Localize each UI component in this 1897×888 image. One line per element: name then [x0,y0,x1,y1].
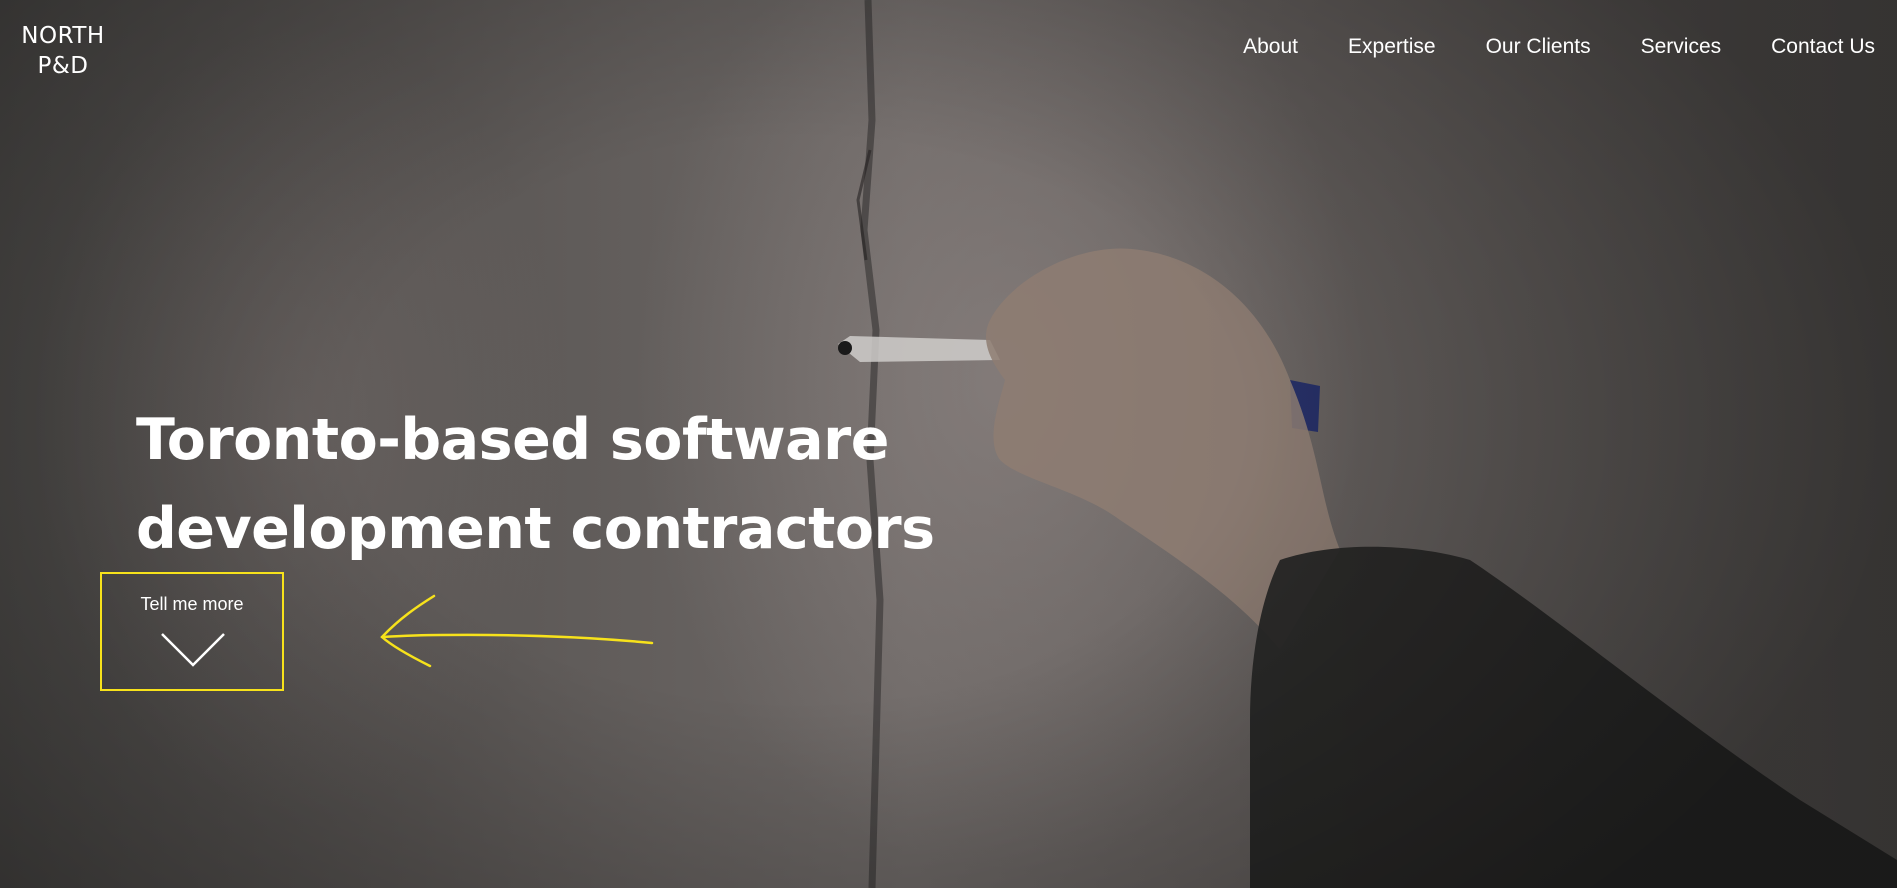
tell-me-more-button[interactable]: Tell me more [100,572,284,691]
nav-link-expertise[interactable]: Expertise [1348,35,1436,59]
nav-link-about[interactable]: About [1243,35,1298,59]
hero-headline: Toronto-based software development contr… [136,407,935,562]
tell-me-more-label: Tell me more [140,594,244,614]
brand-logo[interactable]: NORTH P&D [20,21,106,81]
main-nav: About Expertise Our Clients Services Con… [1193,35,1875,59]
nav-link-contact-us[interactable]: Contact Us [1771,35,1875,59]
nav-link-our-clients[interactable]: Our Clients [1486,35,1591,59]
arrow-left-icon [380,594,654,668]
brand-logo-line2: P&D [37,53,89,79]
chevron-down-icon [161,633,225,667]
brand-logo-line1: NORTH [21,23,105,49]
nav-link-services[interactable]: Services [1641,35,1722,59]
